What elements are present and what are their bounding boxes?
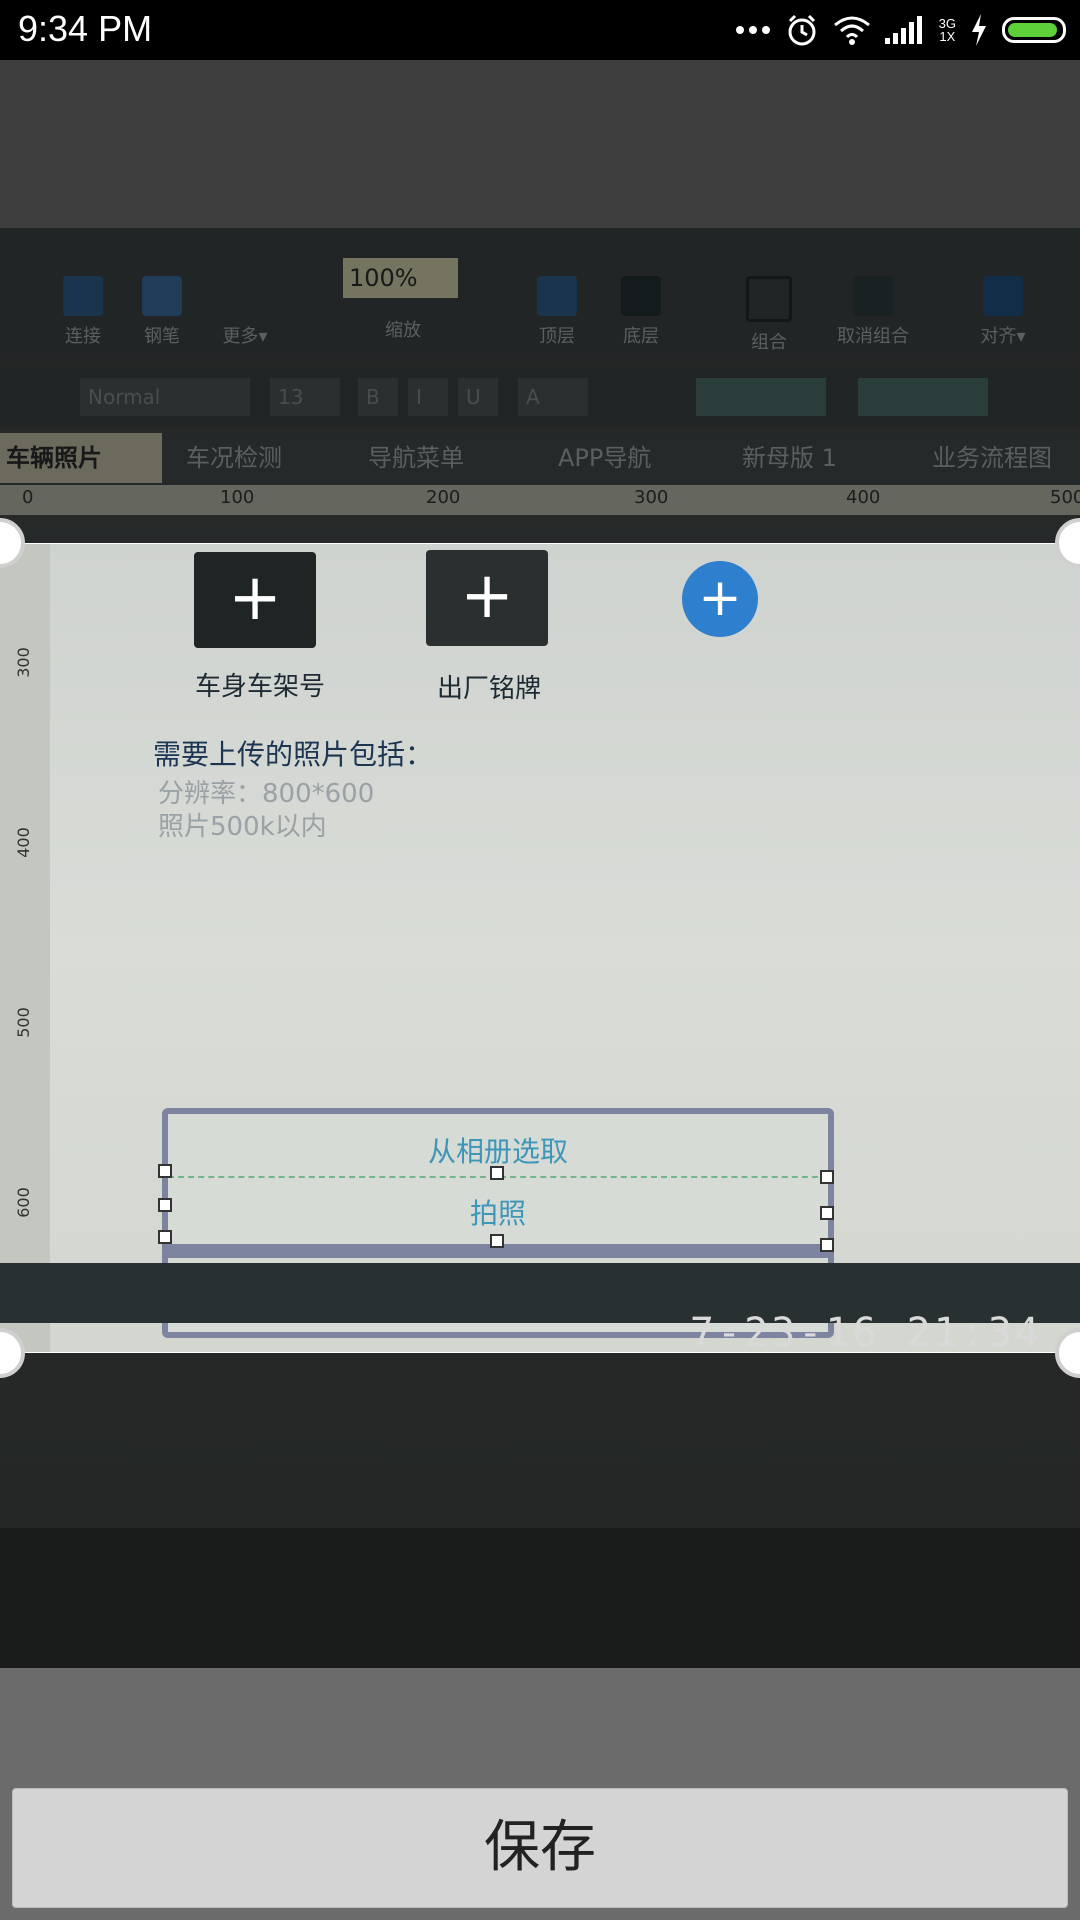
battery-level <box>1008 23 1058 37</box>
status-icons: 3G 1X <box>735 10 1066 50</box>
battery-icon <box>1002 17 1066 43</box>
signal-icon <box>884 16 925 44</box>
status-bar: 9:34 PM 3G 1X <box>0 0 1080 60</box>
alarm-icon <box>785 13 819 47</box>
crop-dim-bottom <box>0 1353 1080 1668</box>
crop-frame[interactable] <box>0 543 1080 1353</box>
status-time: 9:34 PM <box>18 8 153 49</box>
crop-dim-top <box>0 60 1080 543</box>
network-type-label: 3G 1X <box>938 16 956 44</box>
charging-icon <box>970 14 988 46</box>
wifi-icon <box>833 15 871 45</box>
save-button[interactable]: 保存 <box>12 1788 1068 1908</box>
more-dots-icon <box>735 25 771 35</box>
